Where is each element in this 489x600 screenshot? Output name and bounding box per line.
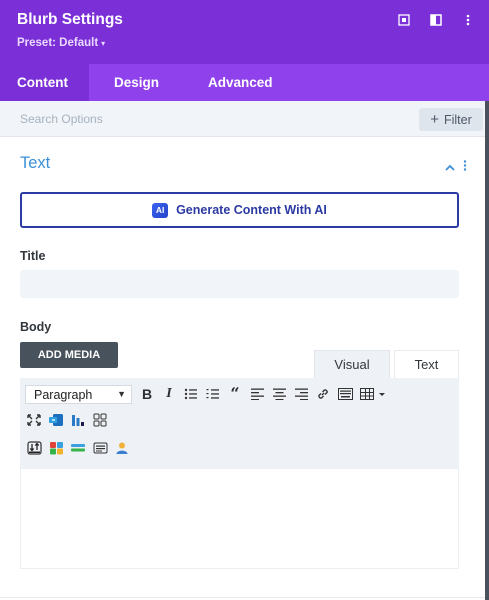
chevron-up-icon[interactable] (445, 158, 455, 176)
generate-ai-label: Generate Content With AI (176, 203, 327, 217)
tab-text[interactable]: Text (394, 350, 459, 378)
numbered-list-icon[interactable] (204, 385, 222, 403)
keyboard-icon[interactable] (336, 385, 354, 403)
add-media-button[interactable]: ADD MEDIA (20, 342, 118, 368)
format-select[interactable]: Paragraph ▼ (25, 385, 132, 404)
tab-design[interactable]: Design (89, 64, 186, 101)
italic-icon[interactable]: I (160, 385, 178, 403)
ai-icon: AI (152, 202, 169, 218)
settings-tabs: Content Design Advanced (0, 64, 489, 101)
section-actions (445, 158, 467, 176)
body-label: Body (20, 320, 52, 334)
format-select-value: Paragraph (34, 387, 93, 402)
document-icon[interactable] (91, 439, 109, 457)
section-title[interactable]: Text (20, 154, 50, 173)
caret-down-icon: ▾ (101, 38, 106, 48)
preset-dropdown[interactable]: Preset: Default ▾ (17, 37, 105, 49)
header-actions (397, 12, 475, 28)
shortcode-icon[interactable] (47, 411, 65, 429)
color-blocks-icon[interactable] (47, 439, 65, 457)
title-label: Title (20, 249, 46, 263)
tab-advanced[interactable]: Advanced (186, 64, 290, 101)
settings-header: Blurb Settings Preset: Default ▾ (0, 0, 489, 64)
align-left-icon[interactable] (248, 385, 266, 403)
align-center-icon[interactable] (270, 385, 288, 403)
grid-icon[interactable] (91, 411, 109, 429)
generate-ai-button[interactable]: AI Generate Content With AI (20, 192, 459, 228)
plus-icon: + (430, 111, 439, 128)
divider (0, 597, 485, 598)
body-editor[interactable] (20, 468, 459, 569)
modal-title: Blurb Settings (17, 11, 123, 28)
link-icon[interactable] (314, 385, 332, 403)
filter-button[interactable]: + Filter (419, 108, 483, 131)
fullscreen-icon[interactable] (25, 411, 43, 429)
preset-label: Preset: Default (17, 37, 99, 49)
bullet-list-icon[interactable] (182, 385, 200, 403)
filter-label: Filter (443, 112, 472, 127)
tab-visual[interactable]: Visual (314, 350, 390, 378)
blockquote-icon[interactable]: “ (226, 384, 244, 403)
search-input[interactable]: Search Options (20, 112, 103, 126)
tab-content[interactable]: Content (0, 64, 89, 101)
bold-icon[interactable]: B (138, 385, 156, 403)
search-options-bar: Search Options + Filter (0, 101, 485, 137)
user-icon[interactable] (113, 439, 131, 457)
editor-toolbar: Paragraph ▼ B I “ (20, 378, 459, 468)
download-icon[interactable] (25, 439, 43, 457)
divider-icon[interactable] (69, 439, 87, 457)
align-right-icon[interactable] (292, 385, 310, 403)
more-options-icon[interactable] (461, 12, 475, 28)
scrollbar[interactable] (485, 101, 489, 600)
title-input[interactable] (20, 270, 459, 298)
section-more-icon[interactable] (463, 158, 467, 176)
table-icon[interactable] (358, 385, 388, 403)
chart-icon[interactable] (69, 411, 87, 429)
expand-icon[interactable] (397, 12, 411, 28)
select-arrow-icon: ▼ (117, 389, 126, 399)
split-view-icon[interactable] (429, 12, 443, 28)
